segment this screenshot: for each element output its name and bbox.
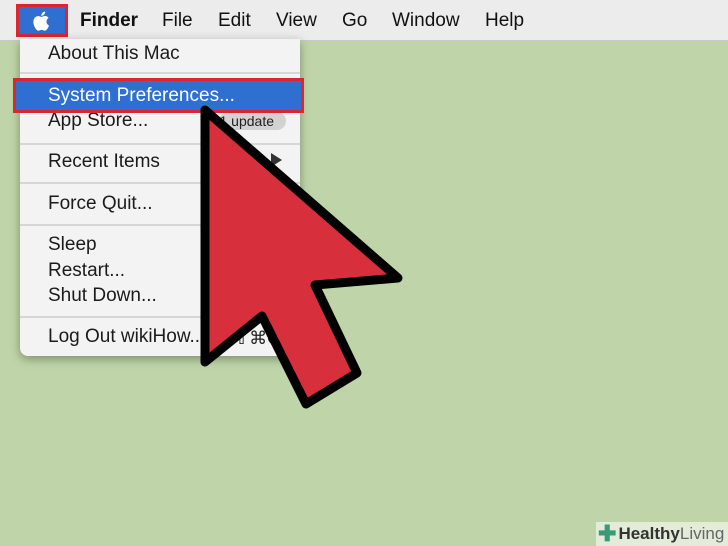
red-arrow-cursor-icon — [200, 105, 403, 409]
plus-logo-icon: ✚ — [598, 521, 617, 546]
watermark-brand-living: Living — [679, 524, 725, 543]
healthy-living-watermark: ✚ HealthyLiving — [596, 522, 728, 546]
watermark-brand: Healthy — [618, 524, 680, 543]
watermark-text: HealthyLiving — [618, 524, 724, 544]
